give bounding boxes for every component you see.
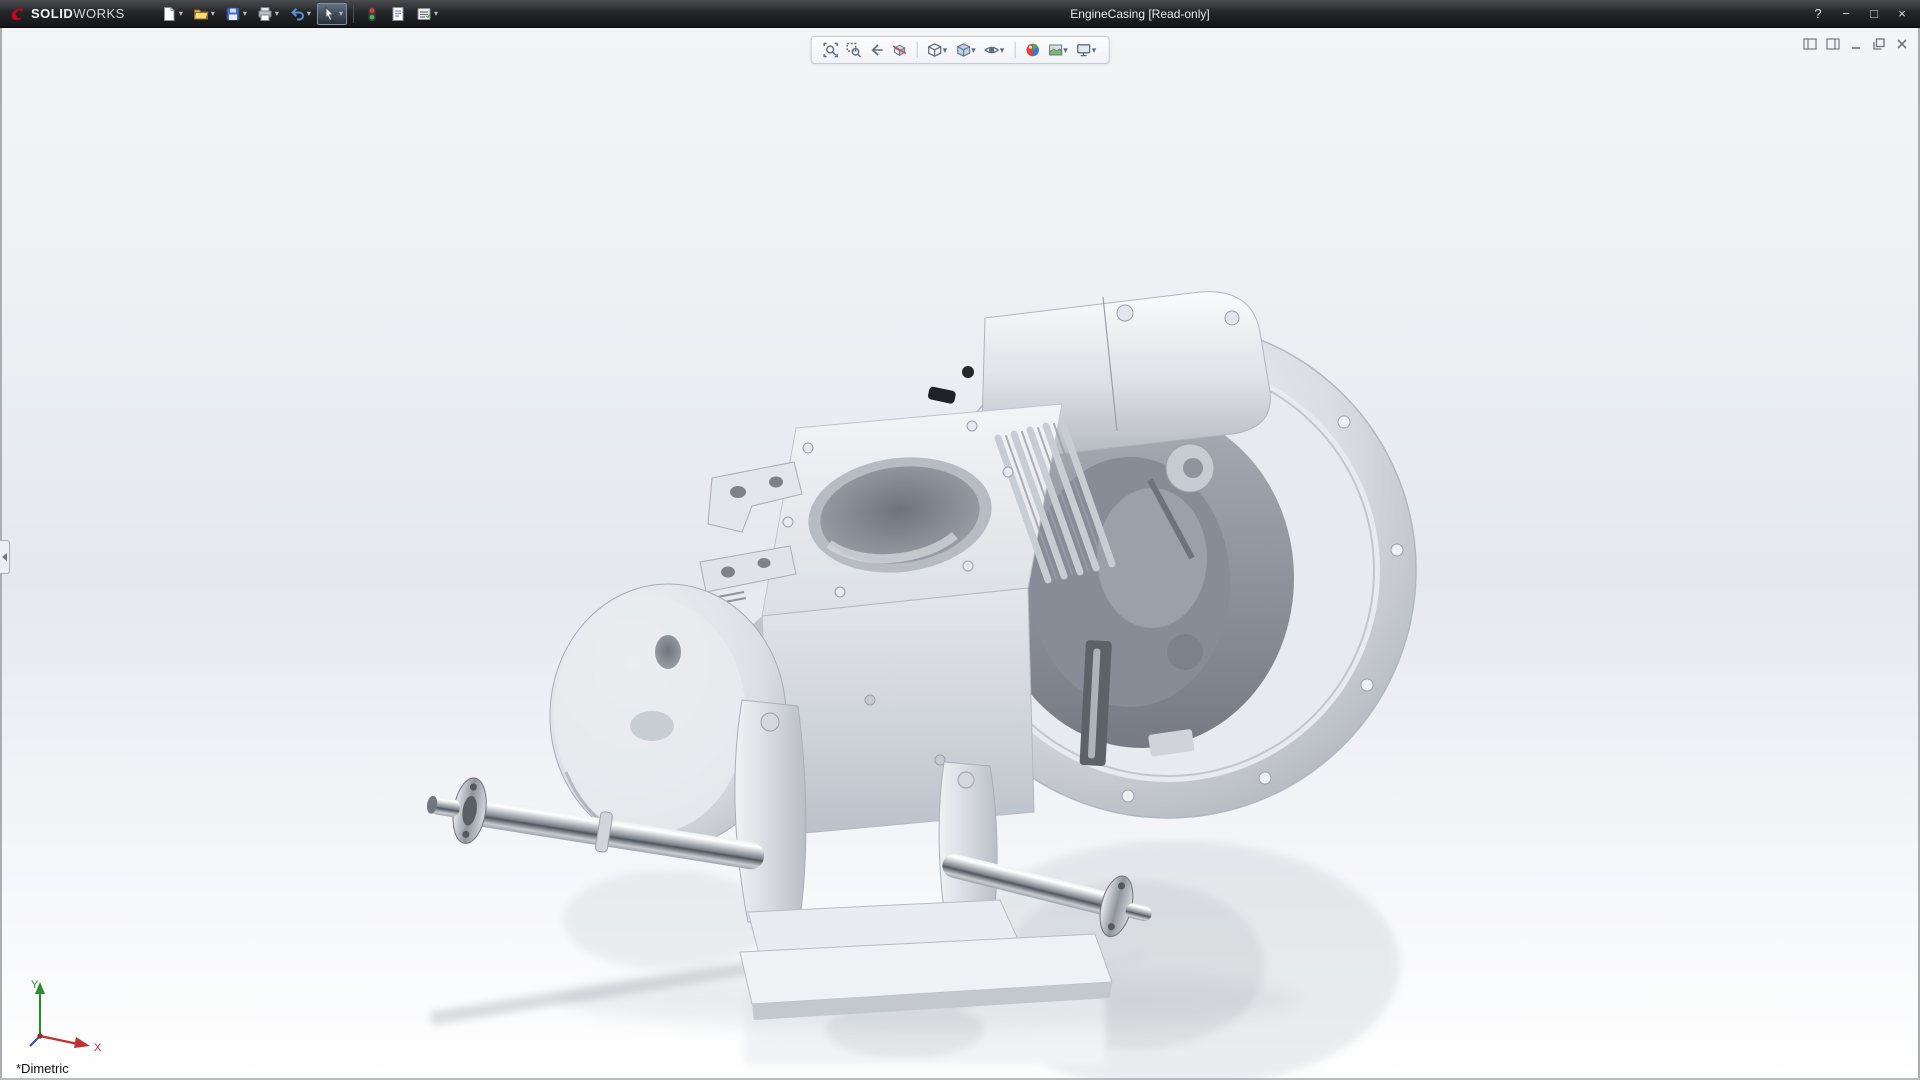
display-style-icon <box>955 42 971 58</box>
display-pane-icon <box>1825 36 1841 52</box>
options-button[interactable]: ▾ <box>412 3 442 25</box>
print-icon <box>257 6 273 22</box>
close-button[interactable]: × <box>1892 4 1912 24</box>
edit-appearance-button[interactable] <box>1022 40 1042 60</box>
undo-dropdown-caret[interactable]: ▾ <box>307 10 311 18</box>
close-document-button[interactable] <box>1894 36 1910 52</box>
titlebar: SOLIDWORKS ▾ ▾ ▾ <box>0 0 1920 28</box>
hud-separator <box>917 42 918 58</box>
view-orientation-cube-icon <box>927 42 943 58</box>
minimize-document-button[interactable] <box>1848 36 1864 52</box>
graphics-viewport[interactable]: ▾ ▾ ▾ <box>0 28 1920 1080</box>
file-properties-button[interactable] <box>386 3 410 25</box>
feature-pane-toggle-button[interactable] <box>1802 36 1818 52</box>
undo-button[interactable]: ▾ <box>285 3 315 25</box>
view-settings-button[interactable]: ▾ <box>1074 40 1100 60</box>
section-view-button[interactable] <box>890 40 910 60</box>
window-controls: ? − □ × <box>1808 0 1912 28</box>
zoom-to-area-icon <box>846 42 862 58</box>
new-document-icon <box>161 6 177 22</box>
new-dropdown-caret[interactable]: ▾ <box>179 10 183 18</box>
display-pane-toggle-button[interactable] <box>1825 36 1841 52</box>
display-style-caret[interactable]: ▾ <box>971 46 976 55</box>
app-logo-text: SOLIDWORKS <box>31 6 125 21</box>
standard-toolbar: ▾ ▾ ▾ ▾ <box>139 3 442 25</box>
apply-scene-caret[interactable]: ▾ <box>1063 46 1068 55</box>
zoom-to-area-button[interactable] <box>844 40 864 60</box>
select-cursor-icon <box>321 6 337 22</box>
view-settings-caret[interactable]: ▾ <box>1092 46 1097 55</box>
collapse-arrow-icon <box>2 553 7 561</box>
display-style-button[interactable]: ▾ <box>953 40 979 60</box>
zoom-to-fit-button[interactable] <box>821 40 841 60</box>
open-dropdown-caret[interactable]: ▾ <box>211 10 215 18</box>
heads-up-view-toolbar: ▾ ▾ ▾ <box>811 36 1110 64</box>
hide-show-items-button[interactable]: ▾ <box>982 40 1008 60</box>
save-button[interactable]: ▾ <box>221 3 251 25</box>
edit-appearance-sphere-icon <box>1024 42 1040 58</box>
options-dropdown-caret[interactable]: ▾ <box>434 10 438 18</box>
open-button[interactable]: ▾ <box>189 3 219 25</box>
undo-icon <box>289 6 305 22</box>
select-button[interactable]: ▾ <box>317 3 347 25</box>
document-title: EngineCasing [Read-only] <box>1070 0 1209 28</box>
triad-y-label: Y <box>31 979 39 991</box>
triad-x-label: X <box>94 1042 102 1054</box>
zoom-to-fit-icon <box>823 42 839 58</box>
options-icon <box>416 6 432 22</box>
reference-triad: Y X <box>20 974 110 1054</box>
print-dropdown-caret[interactable]: ▾ <box>275 10 279 18</box>
select-dropdown-caret[interactable]: ▾ <box>339 10 343 18</box>
feature-pane-icon <box>1802 36 1818 52</box>
view-settings-icon <box>1076 42 1092 58</box>
view-orientation-caret[interactable]: ▾ <box>943 46 948 55</box>
feature-manager-collapse-handle[interactable] <box>0 540 10 574</box>
help-button[interactable]: ? <box>1808 4 1828 24</box>
save-dropdown-caret[interactable]: ▾ <box>243 10 247 18</box>
print-button[interactable]: ▾ <box>253 3 283 25</box>
section-view-icon <box>892 42 908 58</box>
engine-casing-model[interactable] <box>0 28 1920 1080</box>
solidworks-logo-icon <box>8 5 26 23</box>
app-logo: SOLIDWORKS <box>0 5 139 23</box>
toolbar-separator <box>353 5 354 23</box>
apply-scene-icon <box>1047 42 1063 58</box>
minimize-document-icon <box>1848 36 1864 52</box>
hide-show-items-caret[interactable]: ▾ <box>1000 46 1005 55</box>
previous-view-icon <box>869 42 885 58</box>
hud-separator-2 <box>1014 42 1015 58</box>
open-icon <box>193 6 209 22</box>
document-window-controls <box>1802 36 1910 52</box>
maximize-button[interactable]: □ <box>1864 4 1884 24</box>
hide-show-items-eye-icon <box>984 42 1000 58</box>
apply-scene-button[interactable]: ▾ <box>1045 40 1071 60</box>
rebuild-traffic-light-icon <box>364 6 380 22</box>
view-orientation-button[interactable]: ▾ <box>925 40 951 60</box>
file-properties-icon <box>390 6 406 22</box>
minimize-button[interactable]: − <box>1836 4 1856 24</box>
previous-view-button[interactable] <box>867 40 887 60</box>
logo-light: WORKS <box>73 6 125 21</box>
view-orientation-label: *Dimetric <box>16 1061 69 1076</box>
close-document-icon <box>1894 36 1910 52</box>
rebuild-button[interactable] <box>360 3 384 25</box>
save-icon <box>225 6 241 22</box>
restore-document-button[interactable] <box>1871 36 1887 52</box>
logo-bold: SOLID <box>31 6 73 21</box>
new-document-button[interactable]: ▾ <box>157 3 187 25</box>
restore-document-icon <box>1871 36 1887 52</box>
